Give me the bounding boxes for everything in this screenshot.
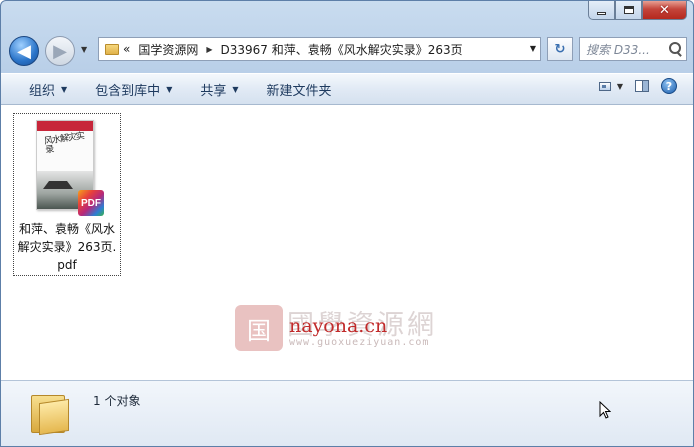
include-in-library-button[interactable]: 包含到库中 ▼ xyxy=(81,77,186,101)
folder-front xyxy=(39,398,69,436)
minimize-icon xyxy=(597,11,606,15)
file-list-pane[interactable]: 风水解灾实录 PDF 和萍、袁畅《风水解灾实录》263页.pdf 国 國學資源網… xyxy=(1,105,693,380)
organize-button[interactable]: 组织 ▼ xyxy=(15,77,81,101)
change-view-icon[interactable] xyxy=(598,81,611,91)
chevron-down-icon: ▼ xyxy=(61,84,68,94)
explorer-window: ✕ ◀ ▶ ▼ « 国学资源网 ▶ D33967 和萍、袁畅《风水解灾实录》26… xyxy=(0,0,694,447)
caption-buttons: ✕ xyxy=(588,1,687,21)
close-button[interactable]: ✕ xyxy=(642,1,687,20)
breadcrumb-item-root[interactable]: 国学资源网 xyxy=(134,38,202,60)
share-label: 共享 xyxy=(200,83,227,99)
search-box[interactable]: 搜索 D33... xyxy=(579,37,687,61)
preview-pane-icon[interactable] xyxy=(635,80,649,92)
close-icon: ✕ xyxy=(659,2,670,18)
watermark-site-name: 國學資源網 xyxy=(287,310,437,341)
refresh-icon: ↻ xyxy=(554,41,566,57)
forward-arrow-icon: ▶ xyxy=(53,40,67,62)
back-arrow-icon: ◀ xyxy=(17,40,31,62)
folder-icon xyxy=(31,389,69,436)
breadcrumb-separator-icon[interactable]: ▶ xyxy=(202,45,216,54)
cover-banner xyxy=(37,121,93,131)
folder-icon xyxy=(105,43,119,55)
maximize-button[interactable] xyxy=(615,1,642,20)
organize-label: 组织 xyxy=(29,83,56,99)
item-count: 1 个对象 xyxy=(93,394,141,408)
navigation-bar: ◀ ▶ ▼ « 国学资源网 ▶ D33967 和萍、袁畅《风水解灾实录》263页… xyxy=(9,33,687,66)
mouse-cursor-icon xyxy=(599,401,611,419)
breadcrumb-overflow[interactable]: « xyxy=(119,38,134,60)
toolbar-right-group: ▼ ? xyxy=(598,78,677,94)
new-folder-button[interactable]: 新建文件夹 xyxy=(253,77,346,101)
cover-title: 风水解灾实录 xyxy=(43,131,85,156)
view-options-dropdown-icon[interactable]: ▼ xyxy=(617,82,623,91)
back-button[interactable]: ◀ xyxy=(9,36,39,66)
recent-pages-dropdown[interactable]: ▼ xyxy=(81,45,87,54)
watermark-seal: 国 xyxy=(235,305,283,351)
search-input[interactable]: 搜索 D33... xyxy=(586,41,666,58)
refresh-button[interactable]: ↻ xyxy=(547,37,573,61)
forward-button[interactable]: ▶ xyxy=(45,36,75,66)
address-bar[interactable]: « 国学资源网 ▶ D33967 和萍、袁畅《风水解灾实录》263页 ▼ xyxy=(98,37,541,61)
file-name-label[interactable]: 和萍、袁畅《风水解灾实录》263页.pdf xyxy=(14,220,120,274)
details-pane: 1 个对象 xyxy=(1,380,693,446)
watermark-url: www.guoxueziyuan.com xyxy=(289,337,430,348)
address-dropdown-icon[interactable]: ▼ xyxy=(530,44,536,53)
new-folder-label: 新建文件夹 xyxy=(266,83,332,99)
share-button[interactable]: 共享 ▼ xyxy=(186,77,252,101)
chevron-down-icon: ▼ xyxy=(232,84,239,94)
maximize-icon xyxy=(623,6,634,14)
watermark-domain: nayona.cn xyxy=(289,315,388,337)
command-bar: 组织 ▼ 包含到库中 ▼ 共享 ▼ 新建文件夹 ▼ ? xyxy=(1,73,693,105)
watermark: 国 國學資源網 nayona.cn www.guoxueziyuan.com xyxy=(235,305,475,355)
file-item[interactable]: 风水解灾实录 PDF 和萍、袁畅《风水解灾实录》263页.pdf xyxy=(13,113,121,276)
minimize-button[interactable] xyxy=(588,1,615,20)
pdf-icon: PDF xyxy=(78,190,104,216)
search-icon[interactable] xyxy=(666,39,686,59)
chevron-down-icon: ▼ xyxy=(166,84,173,94)
breadcrumb-item-current[interactable]: D33967 和萍、袁畅《风水解灾实录》263页 xyxy=(217,38,467,60)
include-in-library-label: 包含到库中 xyxy=(95,83,161,99)
help-icon[interactable]: ? xyxy=(661,78,677,94)
